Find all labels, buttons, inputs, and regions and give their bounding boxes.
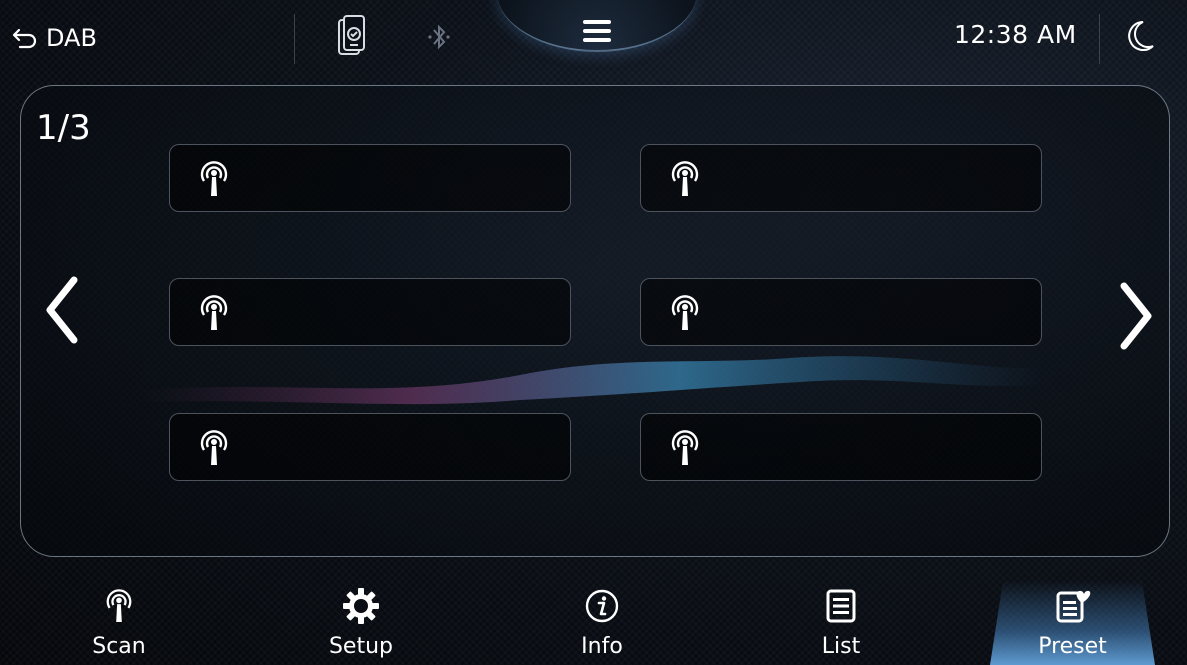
list-icon (821, 586, 861, 626)
info-icon (582, 586, 622, 626)
divider (1099, 14, 1100, 64)
tab-setup[interactable]: Setup (281, 580, 441, 665)
hamburger-menu-icon[interactable] (581, 18, 613, 44)
moon-icon[interactable] (1123, 18, 1157, 56)
next-page-arrow-icon[interactable] (1116, 278, 1156, 354)
back-arrow-icon (12, 28, 37, 49)
divider (294, 14, 295, 64)
tab-scan[interactable]: Scan (39, 580, 199, 665)
page-indicator: 1/3 (36, 108, 91, 148)
gear-icon (341, 586, 381, 626)
source-label: DAB (46, 24, 97, 52)
antenna-icon (200, 295, 228, 330)
clock: 12:38 AM (954, 20, 1077, 49)
preset-slot-1[interactable] (169, 144, 571, 212)
antenna-icon (200, 430, 228, 465)
tab-label: Preset (1038, 634, 1107, 659)
tab-info[interactable]: Info (522, 580, 682, 665)
preset-slot-3[interactable] (169, 278, 571, 346)
antenna-icon (671, 430, 699, 465)
bluetooth-icon (428, 24, 450, 50)
tab-list[interactable]: List (761, 580, 921, 665)
phone-connect-icon[interactable] (336, 14, 366, 58)
tab-preset[interactable]: Preset (990, 580, 1155, 665)
radio-screen: DAB 12:38 AM 1/3 Scan Setup Info List Pr… (0, 0, 1187, 665)
tab-label: Scan (92, 634, 146, 659)
previous-page-arrow-icon[interactable] (42, 272, 82, 348)
tab-label: List (821, 634, 861, 659)
tab-label: Setup (328, 634, 394, 659)
antenna-icon (99, 586, 139, 626)
preset-slot-4[interactable] (640, 278, 1042, 346)
antenna-icon (671, 295, 699, 330)
top-bar: DAB 12:38 AM (0, 0, 1187, 80)
preset-slot-6[interactable] (640, 413, 1042, 481)
preset-slot-5[interactable] (169, 413, 571, 481)
tab-label: Info (581, 634, 623, 659)
antenna-icon (671, 161, 699, 196)
back-button[interactable]: DAB (12, 18, 97, 58)
bottom-nav: Scan Setup Info List Preset (0, 580, 1187, 665)
antenna-icon (200, 161, 228, 196)
preset-slot-2[interactable] (640, 144, 1042, 212)
preset-heart-icon (1053, 586, 1093, 626)
